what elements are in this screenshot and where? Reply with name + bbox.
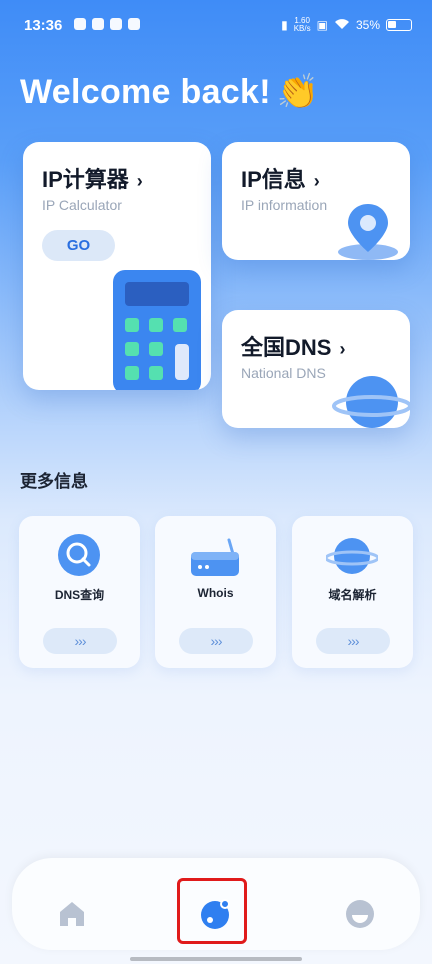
highlight-box — [177, 878, 247, 944]
battery-fill — [388, 21, 396, 28]
ip-information-subtitle: IP information — [241, 197, 328, 213]
dns-query-label: DNS查询 — [54, 588, 105, 602]
wifi-icon — [334, 18, 350, 33]
bottom-navigation — [12, 858, 420, 950]
status-right: ▮ 1.60 KB/s ▣ 35% — [281, 17, 412, 33]
net-speed-unit: KB/s — [293, 24, 311, 33]
profile-icon[interactable] — [344, 898, 376, 930]
ip-information-card[interactable]: IP信息 › IP information — [222, 142, 410, 260]
national-dns-title-text: 全国DNS — [241, 335, 332, 360]
chevron-right-icon: › — [339, 339, 346, 359]
ip-calculator-title: IP计算器 › — [42, 162, 143, 194]
calculator-icon — [113, 270, 201, 390]
welcome-heading: Welcome back! 👏 — [20, 72, 319, 112]
sim-icon: ▣ — [316, 18, 328, 32]
domain-resolve-card[interactable]: 域名解析 ››› — [292, 516, 413, 668]
battery-percent: 35% — [355, 18, 380, 32]
home-icon[interactable] — [56, 898, 88, 930]
ip-calculator-card[interactable]: IP计算器 › IP Calculator GO — [23, 142, 211, 390]
ip-calculator-subtitle: IP Calculator — [42, 197, 122, 213]
clapping-hands-icon: 👏 — [276, 73, 320, 111]
net-speed: 1.60 KB/s — [294, 17, 311, 33]
mail-icon — [110, 18, 122, 30]
magnifier-icon — [58, 534, 100, 576]
dns-query-card[interactable]: DNS查询 ››› — [19, 516, 140, 668]
status-bar: 13:36 ▮ 1.60 KB/s ▣ 35% — [0, 0, 432, 52]
status-time: 13:36 — [24, 17, 63, 34]
wechat-icon — [128, 18, 140, 30]
crown-icon — [74, 18, 86, 30]
ip-information-title: IP信息 › — [241, 162, 320, 194]
app-icon — [92, 18, 104, 30]
whois-label: Whois — [197, 586, 234, 600]
dns-query-go-button[interactable]: ››› — [43, 628, 117, 654]
vibrate-icon: ▮ — [281, 18, 288, 32]
planet-icon — [332, 376, 410, 428]
whois-card[interactable]: Whois ››› — [155, 516, 276, 668]
notification-icons — [74, 18, 140, 30]
national-dns-title: 全国DNS › — [241, 330, 345, 362]
domain-resolve-label: 域名解析 — [328, 588, 377, 602]
ip-information-title-text: IP信息 — [241, 167, 306, 192]
home-indicator — [130, 957, 302, 961]
national-dns-subtitle: National DNS — [241, 365, 326, 381]
whois-go-button[interactable]: ››› — [179, 628, 253, 654]
planet-icon — [326, 538, 378, 574]
more-info-title: 更多信息 — [20, 472, 88, 491]
location-pin-icon — [338, 204, 398, 260]
ip-calculator-title-text: IP计算器 — [42, 167, 129, 192]
go-button[interactable]: GO — [42, 230, 115, 261]
chevron-right-icon: › — [313, 171, 320, 191]
welcome-text: Welcome back! — [20, 73, 271, 111]
chevron-right-icon: › — [136, 171, 143, 191]
national-dns-card[interactable]: 全国DNS › National DNS — [222, 310, 410, 428]
router-icon — [191, 538, 239, 576]
battery-icon — [386, 19, 412, 31]
domain-resolve-go-button[interactable]: ››› — [316, 628, 390, 654]
